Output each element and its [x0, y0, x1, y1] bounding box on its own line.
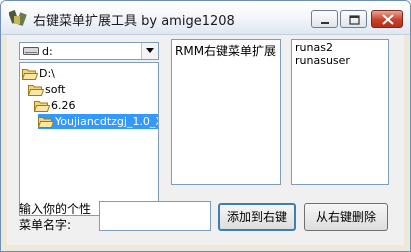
- chevron-down-icon: [146, 48, 154, 53]
- close-icon: [382, 14, 394, 25]
- directory-item-6-26[interactable]: 6.26: [34, 98, 156, 113]
- runas-user-item[interactable]: runas2: [295, 41, 333, 54]
- open-folder-icon: [38, 117, 54, 128]
- directory-item-label: D:\: [39, 67, 55, 80]
- runas-user-item[interactable]: runasuser: [295, 54, 350, 67]
- open-folder-icon: [28, 85, 44, 96]
- client-area: d: D:\ soft 6.26 Youjiancdtzgj_1.0_ RMM右…: [7, 35, 404, 245]
- directory-item-root[interactable]: D:\: [22, 66, 156, 81]
- context-menu-list[interactable]: RMM右键菜单扩展: [171, 39, 281, 185]
- menu-name-input[interactable]: [99, 201, 211, 231]
- directory-item-soft[interactable]: soft: [28, 82, 156, 97]
- context-menu-item[interactable]: RMM右键菜单扩展: [175, 42, 276, 59]
- open-folder-icon: [34, 101, 50, 112]
- add-to-context-menu-button[interactable]: 添加到右键: [218, 203, 296, 231]
- title-bar[interactable]: 右键菜单扩展工具 by amige1208: [1, 1, 410, 35]
- drive-select-arrow[interactable]: [141, 43, 158, 59]
- runas-user-list[interactable]: runas2 runasuser: [291, 39, 389, 185]
- menu-name-label: 输入你的个性菜单名字:: [19, 202, 92, 232]
- window-title: 右键菜单扩展工具 by amige1208: [33, 14, 235, 29]
- directory-item-label: 6.26: [51, 99, 76, 112]
- directory-item-label: Youjiancdtzgj_1.0_Xia: [55, 115, 158, 128]
- maximize-icon: [349, 15, 360, 25]
- drive-select-value: d:: [42, 45, 53, 58]
- close-button[interactable]: [371, 10, 403, 28]
- minimize-icon: [321, 22, 329, 24]
- remove-from-context-menu-button[interactable]: 从右键删除: [304, 203, 388, 231]
- drive-icon: [23, 47, 39, 55]
- app-icon: [8, 9, 27, 27]
- minimize-button[interactable]: [311, 10, 338, 28]
- open-folder-icon: [22, 69, 38, 80]
- directory-item-label: soft: [45, 83, 66, 96]
- directory-item-youjiancdtzgj[interactable]: Youjiancdtzgj_1.0_Xia: [38, 114, 158, 129]
- drive-select[interactable]: d:: [19, 42, 159, 60]
- app-window: 右键菜单扩展工具 by amige1208 d: D:\ soft 6.26 Y…: [0, 0, 411, 252]
- directory-list[interactable]: D:\ soft 6.26 Youjiancdtzgj_1.0_: [19, 62, 159, 216]
- maximize-button[interactable]: [340, 10, 367, 28]
